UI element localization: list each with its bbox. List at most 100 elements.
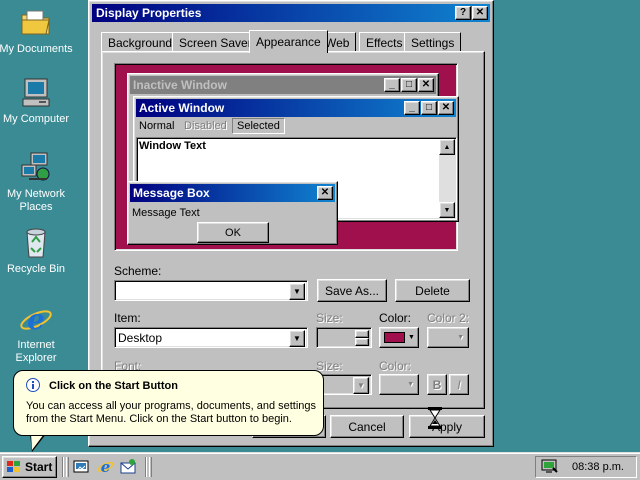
internet-explorer-icon[interactable]: e [97,458,114,475]
apply-button[interactable]: Apply [409,415,485,438]
font-color-button[interactable]: ▼ [379,374,419,395]
tab-settings[interactable]: Settings [404,32,462,52]
outlook-express-icon[interactable] [120,458,137,475]
scroll-up-icon: ▲ [439,139,455,155]
close-icon: ✕ [317,186,333,200]
italic-button[interactable]: I [449,374,469,395]
delete-button[interactable]: Delete [395,279,470,302]
desktop-icon-label: My Network Places [6,188,66,213]
tab-label: Appearance [256,35,321,49]
show-desktop-icon[interactable] [73,459,90,475]
start-button[interactable]: Start [2,456,57,478]
ok-label: OK [225,226,241,239]
desktop-icon-internet-explorer[interactable]: e Internet Explorer [0,302,76,365]
recycle-bin-icon [26,228,46,258]
taskbar: Start e 08:38 p.m. [0,452,640,480]
chevron-down-icon: ▼ [407,381,414,388]
scroll-down-icon: ▼ [439,202,455,218]
close-icon: ✕ [418,78,434,92]
bold-button[interactable]: B [427,374,447,395]
chevron-down-icon: ▼ [457,334,464,341]
active-titlebar: Active Window _ □ ✕ [136,99,456,117]
tab-label: Effects [366,35,403,50]
appearance-preview[interactable]: Inactive Window _ □ ✕ Active Window _ □ … [114,63,459,251]
active-window-title: Active Window [139,101,225,115]
inactive-window-title: Inactive Window [133,78,227,92]
save-as-button[interactable]: Save As... [317,279,387,302]
item-label: Item: [114,311,141,325]
balloon-tail-fill [31,434,44,450]
preview-scrollbar: ▲ ▼ [439,139,455,218]
maximize-icon: □ [401,78,417,92]
spin-up-icon[interactable] [355,330,369,338]
network-icon [21,152,50,181]
display-settings-icon[interactable] [541,459,559,475]
chevron-down-icon[interactable]: ▼ [289,330,305,347]
desktop-icon-my-documents[interactable]: My Documents [0,6,76,56]
item-color2-label: Color 2: [427,311,470,325]
close-icon: ✕ [475,7,485,18]
scheme-label: Scheme: [114,264,162,278]
cancel-button[interactable]: Cancel [330,415,404,438]
tab-label: Settings [411,35,455,50]
item-color-button[interactable]: ▼ [379,327,419,348]
clock[interactable]: 08:38 p.m. [572,461,624,473]
item-color-label: Color: [379,311,412,325]
scheme-dropdown[interactable]: ▼ [114,280,308,301]
close-button[interactable]: ✕ [472,6,488,20]
minimize-icon: _ [404,101,420,115]
hourglass-cursor-icon [428,407,442,429]
chevron-down-icon: ▼ [408,334,415,341]
tab-appearance[interactable]: Appearance [249,30,328,53]
taskbar-grip [66,457,69,477]
font-size-dropdown[interactable]: ▼ [316,374,372,395]
svg-text:e: e [27,303,45,336]
item-value: Desktop [118,331,163,345]
spin-down-icon[interactable] [355,338,369,346]
desktop-icon-label: Recycle Bin [6,263,66,275]
menu-disabled: Disabled [184,120,227,132]
desktop-icon-my-network-places[interactable]: My Network Places [0,151,76,214]
item-size-spinner[interactable] [316,327,372,348]
tab-label: Background [108,35,173,50]
start-button-tooltip[interactable]: Click on the Start Button You can access… [13,370,324,436]
item-dropdown[interactable]: Desktop ▼ [114,327,308,348]
taskbar-separator [145,457,147,477]
italic-label: I [457,377,461,392]
info-icon [26,378,40,392]
font-size-label: Size: [316,359,343,373]
system-tray: 08:38 p.m. [535,456,637,478]
chevron-down-icon[interactable]: ▼ [289,283,305,300]
help-button[interactable]: ? [455,6,471,20]
message-box-title: Message Box [133,186,210,200]
tooltip-body: You can access all your programs, docume… [26,400,317,425]
start-label: Start [25,460,53,474]
desktop-icon-label: My Documents [0,43,73,55]
desktop-icon-recycle-bin[interactable]: Recycle Bin [0,226,76,276]
save-as-label: Save As... [324,283,380,298]
menu-selected: Selected [232,118,285,134]
tab-background[interactable]: Background [101,32,180,52]
windows-logo-icon [7,461,20,472]
inactive-titlebar: Inactive Window _ □ ✕ [130,76,436,94]
folder-icon [21,10,50,35]
svg-text:e: e [101,458,111,475]
dialog-titlebar[interactable]: Display Properties ? ✕ [92,4,490,22]
cancel-label: Cancel [348,419,386,434]
tab-label: Web [325,35,350,50]
tab-screen-saver[interactable]: Screen Saver [172,32,259,52]
preview-message-box: Message Box ✕ Message Text OK [127,181,338,245]
tooltip-title: Click on the Start Button [49,380,178,392]
dialog-title: Display Properties [96,6,202,20]
desktop-icon-label: Internet Explorer [15,339,57,364]
minimize-icon: _ [384,78,400,92]
bold-label: B [432,377,442,392]
item-color2-button[interactable]: ▼ [427,327,469,348]
color-swatch [384,332,405,343]
chevron-down-icon[interactable]: ▼ [353,377,369,394]
menu-normal: Normal [139,120,175,132]
taskbar-grip [149,457,152,477]
internet-explorer-icon: e [20,303,52,336]
tab-effects[interactable]: Effects [359,32,410,52]
desktop-icon-my-computer[interactable]: My Computer [0,76,76,126]
